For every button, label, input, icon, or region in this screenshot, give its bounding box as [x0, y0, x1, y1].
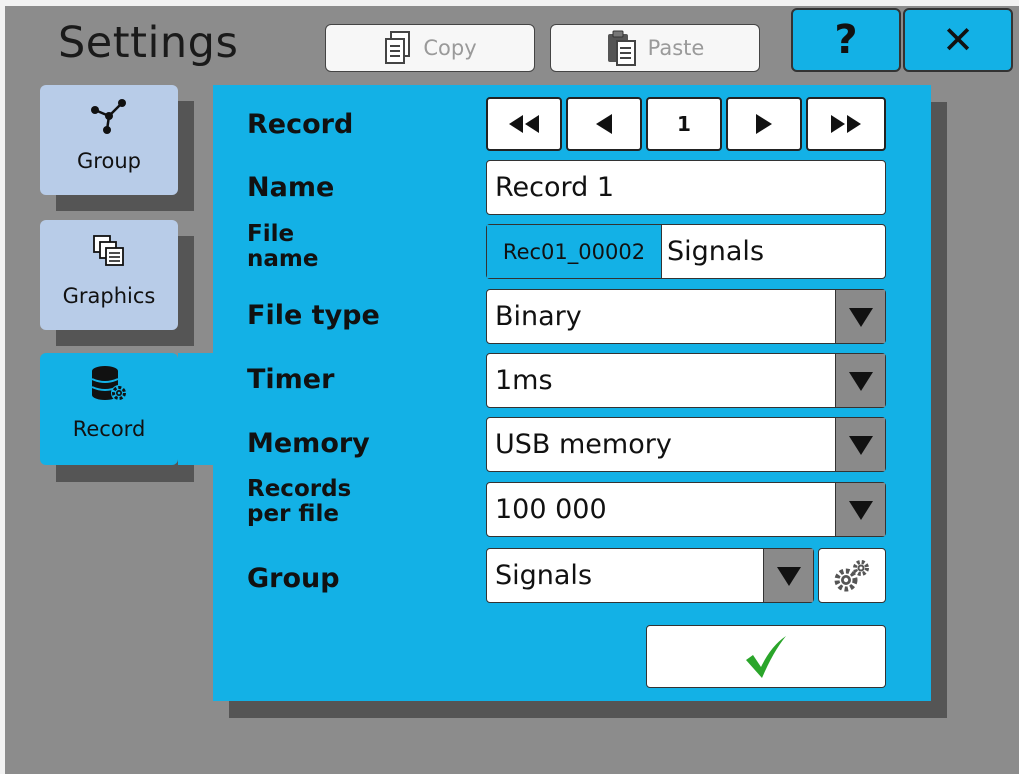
checkmark-icon	[746, 635, 786, 678]
tab-group-label: Group	[77, 149, 141, 173]
name-label: Name	[247, 172, 335, 203]
group-settings-button[interactable]	[818, 548, 886, 603]
paste-icon	[606, 29, 638, 67]
previous-record-button[interactable]	[566, 97, 642, 151]
records-per-file-value: 100 000	[495, 494, 607, 525]
copy-button[interactable]: Copy	[325, 24, 535, 72]
paste-button[interactable]: Paste	[550, 24, 760, 72]
page-title: Settings	[58, 18, 239, 68]
first-record-button[interactable]	[486, 97, 562, 151]
file-type-value: Binary	[495, 301, 582, 332]
graphics-icon	[91, 232, 127, 270]
file-name-field[interactable]: Rec01_00002 Signals	[486, 224, 886, 279]
file-type-label: File type	[247, 300, 380, 331]
fast-forward-icon	[831, 115, 861, 133]
window-frame-top	[0, 0, 1019, 6]
last-record-button[interactable]	[806, 97, 886, 151]
chevron-down-icon[interactable]	[835, 483, 885, 536]
record-label: Record	[247, 109, 354, 140]
tab-graphics[interactable]: Graphics	[40, 220, 178, 330]
records-per-file-dropdown[interactable]: 100 000	[486, 482, 886, 537]
gears-icon	[834, 559, 869, 591]
next-record-button[interactable]	[726, 97, 802, 151]
active-tab-connector	[178, 353, 218, 465]
confirm-button[interactable]	[646, 625, 886, 688]
file-name-prefix: Rec01_00002	[487, 225, 662, 278]
rewind-icon	[509, 115, 539, 133]
chevron-down-icon[interactable]	[835, 418, 885, 471]
memory-value: USB memory	[495, 429, 672, 460]
next-icon	[756, 114, 772, 134]
memory-dropdown[interactable]: USB memory	[486, 417, 886, 472]
record-number[interactable]: 1	[646, 97, 722, 151]
help-icon: ?	[834, 17, 858, 63]
name-value: Record 1	[495, 172, 615, 203]
tab-record[interactable]: Record	[40, 353, 178, 465]
timer-label: Timer	[247, 364, 335, 395]
copy-icon	[383, 30, 413, 66]
memory-label: Memory	[247, 428, 370, 459]
records-per-file-label-line2: per file	[247, 501, 339, 527]
chevron-down-icon[interactable]	[763, 549, 813, 602]
group-label: Group	[247, 563, 340, 594]
close-icon: ✕	[942, 18, 974, 62]
file-type-dropdown[interactable]: Binary	[486, 289, 886, 344]
tab-record-label: Record	[72, 417, 146, 441]
tab-group[interactable]: Group	[40, 85, 178, 195]
records-per-file-label-line1: Records	[247, 476, 352, 502]
chevron-down-icon[interactable]	[835, 290, 885, 343]
file-name-suffix: Signals	[667, 236, 765, 267]
timer-dropdown[interactable]: 1ms	[486, 353, 886, 408]
close-button[interactable]: ✕	[903, 8, 1013, 72]
timer-value: 1ms	[495, 365, 553, 396]
name-field[interactable]: Record 1	[486, 160, 886, 215]
copy-label: Copy	[423, 36, 477, 60]
database-gear-icon	[90, 365, 128, 403]
previous-icon	[596, 114, 612, 134]
window-frame-left	[0, 0, 5, 774]
tab-graphics-label: Graphics	[62, 284, 156, 308]
help-button[interactable]: ?	[791, 8, 901, 72]
group-dropdown[interactable]: Signals	[486, 548, 814, 603]
file-name-label-line1: File	[247, 221, 295, 247]
network-icon	[89, 97, 129, 135]
group-value: Signals	[495, 560, 593, 591]
file-name-label: File name	[247, 222, 318, 272]
file-name-label-line2: name	[247, 246, 319, 272]
chevron-down-icon[interactable]	[835, 354, 885, 407]
paste-label: Paste	[647, 36, 705, 60]
records-per-file-label: Records per file	[247, 477, 351, 527]
record-number-value: 1	[677, 112, 691, 136]
